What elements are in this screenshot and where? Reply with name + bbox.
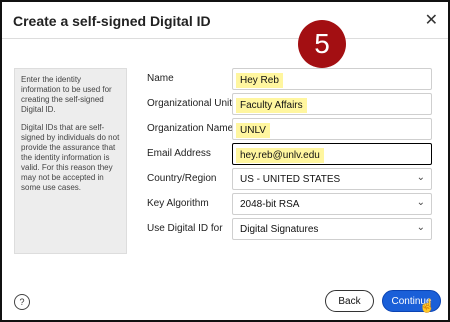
- close-icon[interactable]: ✕: [425, 10, 438, 30]
- org-name-value: UNLV: [236, 123, 270, 138]
- question-circle-icon[interactable]: ?: [14, 294, 30, 310]
- key-algorithm-select[interactable]: 2048-bit RSA ⌄: [232, 193, 432, 215]
- row-org-name: Organization Name UNLV: [142, 118, 432, 142]
- row-org-unit: Organizational Unit Faculty Affairs: [142, 93, 432, 117]
- org-unit-field[interactable]: Faculty Affairs: [232, 93, 432, 115]
- email-label: Email Address: [147, 148, 211, 159]
- chevron-down-icon: ⌄: [416, 197, 425, 208]
- info-paragraph-2: Digital IDs that are self-signed by indi…: [21, 123, 120, 192]
- email-field[interactable]: hey.reb@unlv.edu: [232, 143, 432, 165]
- dialog-title: Create a self-signed Digital ID: [13, 13, 211, 29]
- row-name: Name Hey Reb: [142, 68, 432, 92]
- row-key: Key Algorithm 2048-bit RSA ⌄: [142, 193, 432, 217]
- org-unit-label: Organizational Unit: [147, 98, 233, 109]
- chevron-down-icon: ⌄: [416, 172, 425, 183]
- use-value: Digital Signatures: [240, 224, 319, 235]
- key-label: Key Algorithm: [147, 198, 209, 209]
- use-label: Use Digital ID for: [147, 223, 223, 234]
- step-badge: 5: [298, 20, 346, 68]
- org-unit-value: Faculty Affairs: [236, 98, 307, 113]
- chevron-down-icon: ⌄: [416, 222, 425, 233]
- key-value: 2048-bit RSA: [240, 199, 300, 210]
- name-label: Name: [147, 73, 174, 84]
- back-button[interactable]: Back: [325, 290, 374, 312]
- use-select[interactable]: Digital Signatures ⌄: [232, 218, 432, 240]
- country-value: US - UNITED STATES: [240, 174, 341, 185]
- info-paragraph-1: Enter the identity information to be use…: [21, 75, 112, 114]
- country-select[interactable]: US - UNITED STATES ⌄: [232, 168, 432, 190]
- org-name-label: Organization Name: [147, 123, 234, 134]
- pointer-cursor-icon: ☝: [419, 298, 436, 313]
- row-email: Email Address hey.reb@unlv.edu: [142, 143, 432, 167]
- email-value: hey.reb@unlv.edu: [236, 148, 324, 163]
- name-value: Hey Reb: [236, 73, 283, 88]
- org-name-field[interactable]: UNLV: [232, 118, 432, 140]
- info-panel: Enter the identity information to be use…: [14, 68, 127, 254]
- title-divider: [2, 38, 448, 39]
- row-use: Use Digital ID for Digital Signatures ⌄: [142, 218, 432, 242]
- row-country: Country/Region US - UNITED STATES ⌄: [142, 168, 432, 192]
- name-field[interactable]: Hey Reb: [232, 68, 432, 90]
- country-label: Country/Region: [147, 173, 217, 184]
- dialog-frame: Create a self-signed Digital ID ✕ 5 Ente…: [0, 0, 450, 322]
